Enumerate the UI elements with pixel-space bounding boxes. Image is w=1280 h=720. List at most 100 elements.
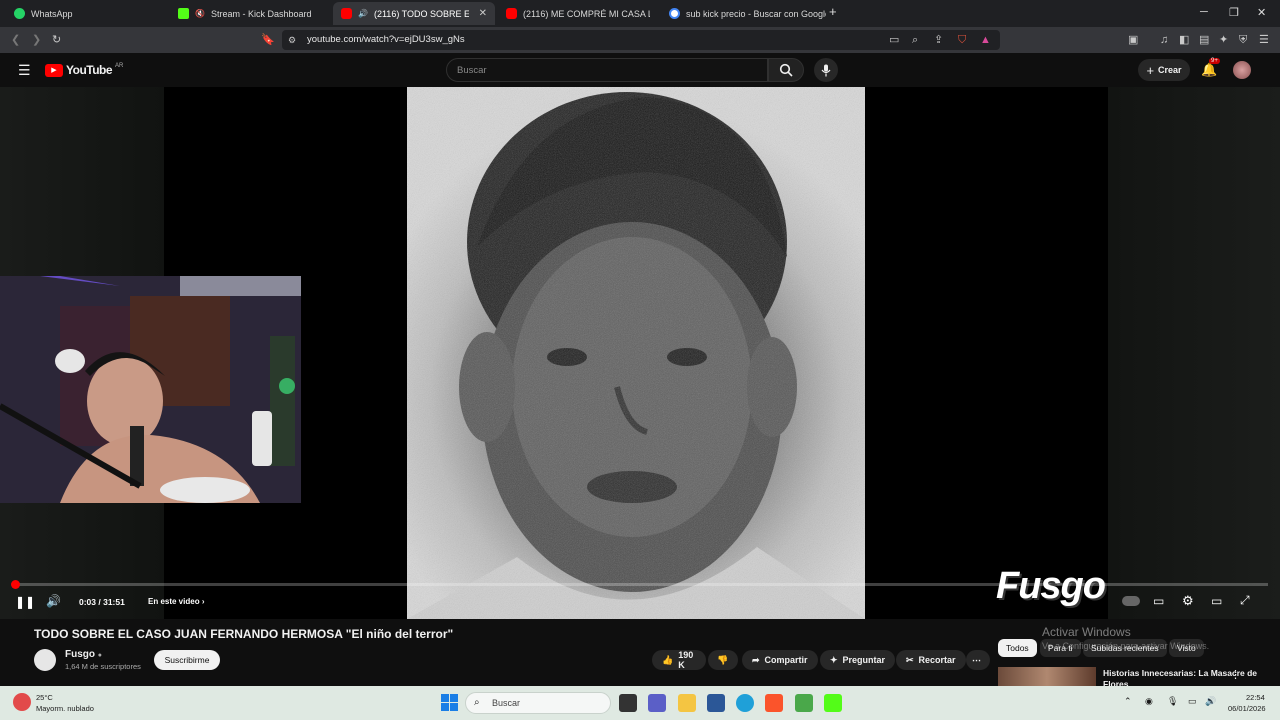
wallet-icon[interactable]: ▤ — [1199, 33, 1209, 47]
music-icon[interactable]: ♫ — [1160, 33, 1168, 47]
task-view-icon[interactable] — [619, 694, 637, 712]
weather-description: Mayorm. nublado — [36, 704, 94, 713]
clock-time[interactable]: 22:54 — [1246, 693, 1265, 702]
share-button[interactable]: ➦ Compartir — [742, 650, 818, 670]
file-explorer-icon[interactable] — [678, 694, 696, 712]
network-icon[interactable]: ▭ — [1188, 696, 1197, 707]
more-vert-icon[interactable]: ⋮ — [1230, 668, 1241, 681]
weather-icon[interactable] — [13, 693, 31, 711]
microphone-icon — [821, 64, 831, 76]
ask-button[interactable]: ✦ Preguntar — [820, 650, 896, 670]
chapter-button[interactable]: En este video › — [148, 597, 204, 606]
more-actions-button[interactable]: ⋯ — [966, 650, 990, 670]
youtube-icon — [506, 8, 517, 19]
tab-label: sub kick precio - Buscar con Google — [686, 8, 826, 19]
bookmark-icon[interactable]: 🔖 — [261, 33, 275, 47]
google-icon — [669, 8, 680, 19]
youtube-icon — [341, 8, 352, 19]
app-icon[interactable] — [795, 694, 813, 712]
windows-activation-subtitle: Ve a Configuración para activar Windows. — [1042, 641, 1210, 651]
close-tab-icon[interactable]: ✕ — [479, 8, 487, 19]
channel-avatar[interactable] — [34, 649, 56, 671]
brave-shield-icon[interactable]: ⛉ — [958, 33, 966, 47]
forward-icon[interactable]: ❯ — [32, 33, 41, 47]
search-input[interactable]: Buscar — [446, 58, 768, 82]
subtitles-icon[interactable]: ▭ — [1153, 594, 1164, 608]
kick-app-icon[interactable] — [824, 694, 842, 712]
site-info-icon[interactable]: ⚙ — [288, 33, 296, 47]
logo-square-icon — [441, 703, 449, 711]
rewards-icon[interactable]: ▲ — [980, 33, 991, 47]
microphone-tray-icon[interactable]: 🎙 — [1167, 696, 1178, 707]
progress-bar[interactable] — [10, 580, 1268, 589]
autoplay-toggle[interactable] — [1122, 596, 1140, 606]
settings-gear-icon[interactable]: ⚙ — [1182, 593, 1194, 609]
youtube-header: ☰ ▶ YouTube AR Buscar + Crear 🔔 9+ — [0, 53, 1280, 87]
address-bar[interactable]: ⚙ youtube.com/watch?v=ejDU3sw_gNs ▭ ⌕ ⇪ … — [282, 30, 1000, 50]
share-icon[interactable]: ⇪ — [934, 33, 943, 47]
video-title: TODO SOBRE EL CASO JUAN FERNANDO HERMOSA… — [34, 627, 454, 641]
volume-tray-icon[interactable]: 🔊 — [1205, 696, 1216, 707]
zoom-icon[interactable]: ⌕ — [912, 33, 918, 47]
brave-icon[interactable] — [765, 694, 783, 712]
tab-kick-dashboard[interactable]: 🔇 Stream - Kick Dashboard — [170, 2, 330, 25]
split-view-icon[interactable]: ◧ — [1179, 33, 1189, 47]
vpn-shield-icon[interactable]: ⛨ — [1239, 33, 1247, 47]
fullscreen-icon[interactable]: ⤢ — [1240, 593, 1250, 608]
tray-app-icon[interactable]: ◉ — [1145, 696, 1153, 707]
store-icon[interactable] — [707, 694, 725, 712]
volume-icon[interactable]: 🔊 — [46, 594, 61, 608]
teams-icon[interactable] — [648, 694, 666, 712]
reload-icon[interactable]: ↻ — [52, 33, 61, 47]
back-icon[interactable]: ❮ — [11, 33, 20, 47]
notifications-bell-icon[interactable]: 🔔 — [1201, 62, 1217, 78]
tray-chevron-icon[interactable]: ⌃ — [1124, 696, 1132, 707]
share-label: Compartir — [764, 655, 808, 665]
thumbs-up-icon: 👍 — [662, 654, 674, 665]
tab-youtube-active[interactable]: 🔊 (2116) TODO SOBRE EL CASO ✕ — [333, 2, 495, 25]
taskbar-search[interactable]: ⌕ Buscar — [465, 692, 611, 714]
chip-all[interactable]: Todos — [998, 639, 1037, 657]
progress-scrubber[interactable] — [10, 580, 20, 589]
edge-icon[interactable] — [736, 694, 754, 712]
maximize-icon[interactable]: ❐ — [1229, 6, 1239, 19]
close-window-icon[interactable]: ✕ — [1257, 6, 1266, 19]
webcam-image — [0, 276, 301, 503]
create-label: Crear — [1158, 65, 1182, 75]
clip-label: Recortar — [918, 655, 956, 665]
tab-whatsapp[interactable]: WhatsApp — [6, 2, 166, 25]
minimize-icon[interactable]: ─ — [1200, 6, 1208, 18]
ambient-right — [1108, 87, 1280, 619]
new-tab-button[interactable]: + — [829, 4, 837, 19]
youtube-logo[interactable]: ▶ YouTube AR — [45, 63, 123, 77]
voice-search-button[interactable] — [814, 58, 838, 82]
clip-button[interactable]: ✂ Recortar — [896, 650, 966, 670]
tab-youtube-2[interactable]: (2116) ME COMPRÉ MI CASA LES MU — [498, 2, 658, 25]
cast-icon[interactable]: ▭ — [889, 33, 899, 47]
channel-name[interactable]: Fusgo ● — [65, 649, 102, 660]
theater-mode-icon[interactable]: ▭ — [1211, 594, 1222, 608]
whatsapp-icon — [14, 8, 25, 19]
like-button[interactable]: 👍 190 K — [652, 650, 706, 670]
windows-start-icon[interactable] — [441, 694, 458, 711]
hamburger-menu-icon[interactable]: ☰ — [18, 62, 31, 79]
search-placeholder: Buscar — [457, 65, 487, 76]
recommended-video-thumbnail[interactable] — [998, 667, 1096, 686]
video-player[interactable]: Fusgo ❚❚ 🔊 0:03 / 31:51 En este video › … — [0, 87, 1280, 619]
create-button[interactable]: + Crear — [1138, 59, 1190, 81]
like-count: 190 K — [678, 650, 694, 670]
share-arrow-icon: ➦ — [752, 654, 760, 665]
subscribe-button[interactable]: Suscribirme — [154, 650, 220, 670]
sidebar-panel-icon[interactable]: ▣ — [1128, 33, 1138, 47]
menu-icon[interactable]: ☰ — [1259, 33, 1269, 47]
tab-google-search[interactable]: sub kick precio - Buscar con Google — [661, 2, 826, 25]
dislike-button[interactable]: 👎 — [708, 650, 738, 670]
pause-icon[interactable]: ❚❚ — [15, 595, 35, 609]
video-frame-portrait — [407, 87, 865, 619]
account-avatar[interactable] — [1233, 61, 1251, 79]
search-icon: ⌕ — [474, 697, 480, 708]
extensions-icon[interactable]: ✦ — [1219, 33, 1228, 47]
clock-date[interactable]: 06/01/2026 — [1228, 704, 1266, 713]
search-button[interactable] — [768, 58, 804, 82]
kick-icon — [178, 8, 189, 19]
